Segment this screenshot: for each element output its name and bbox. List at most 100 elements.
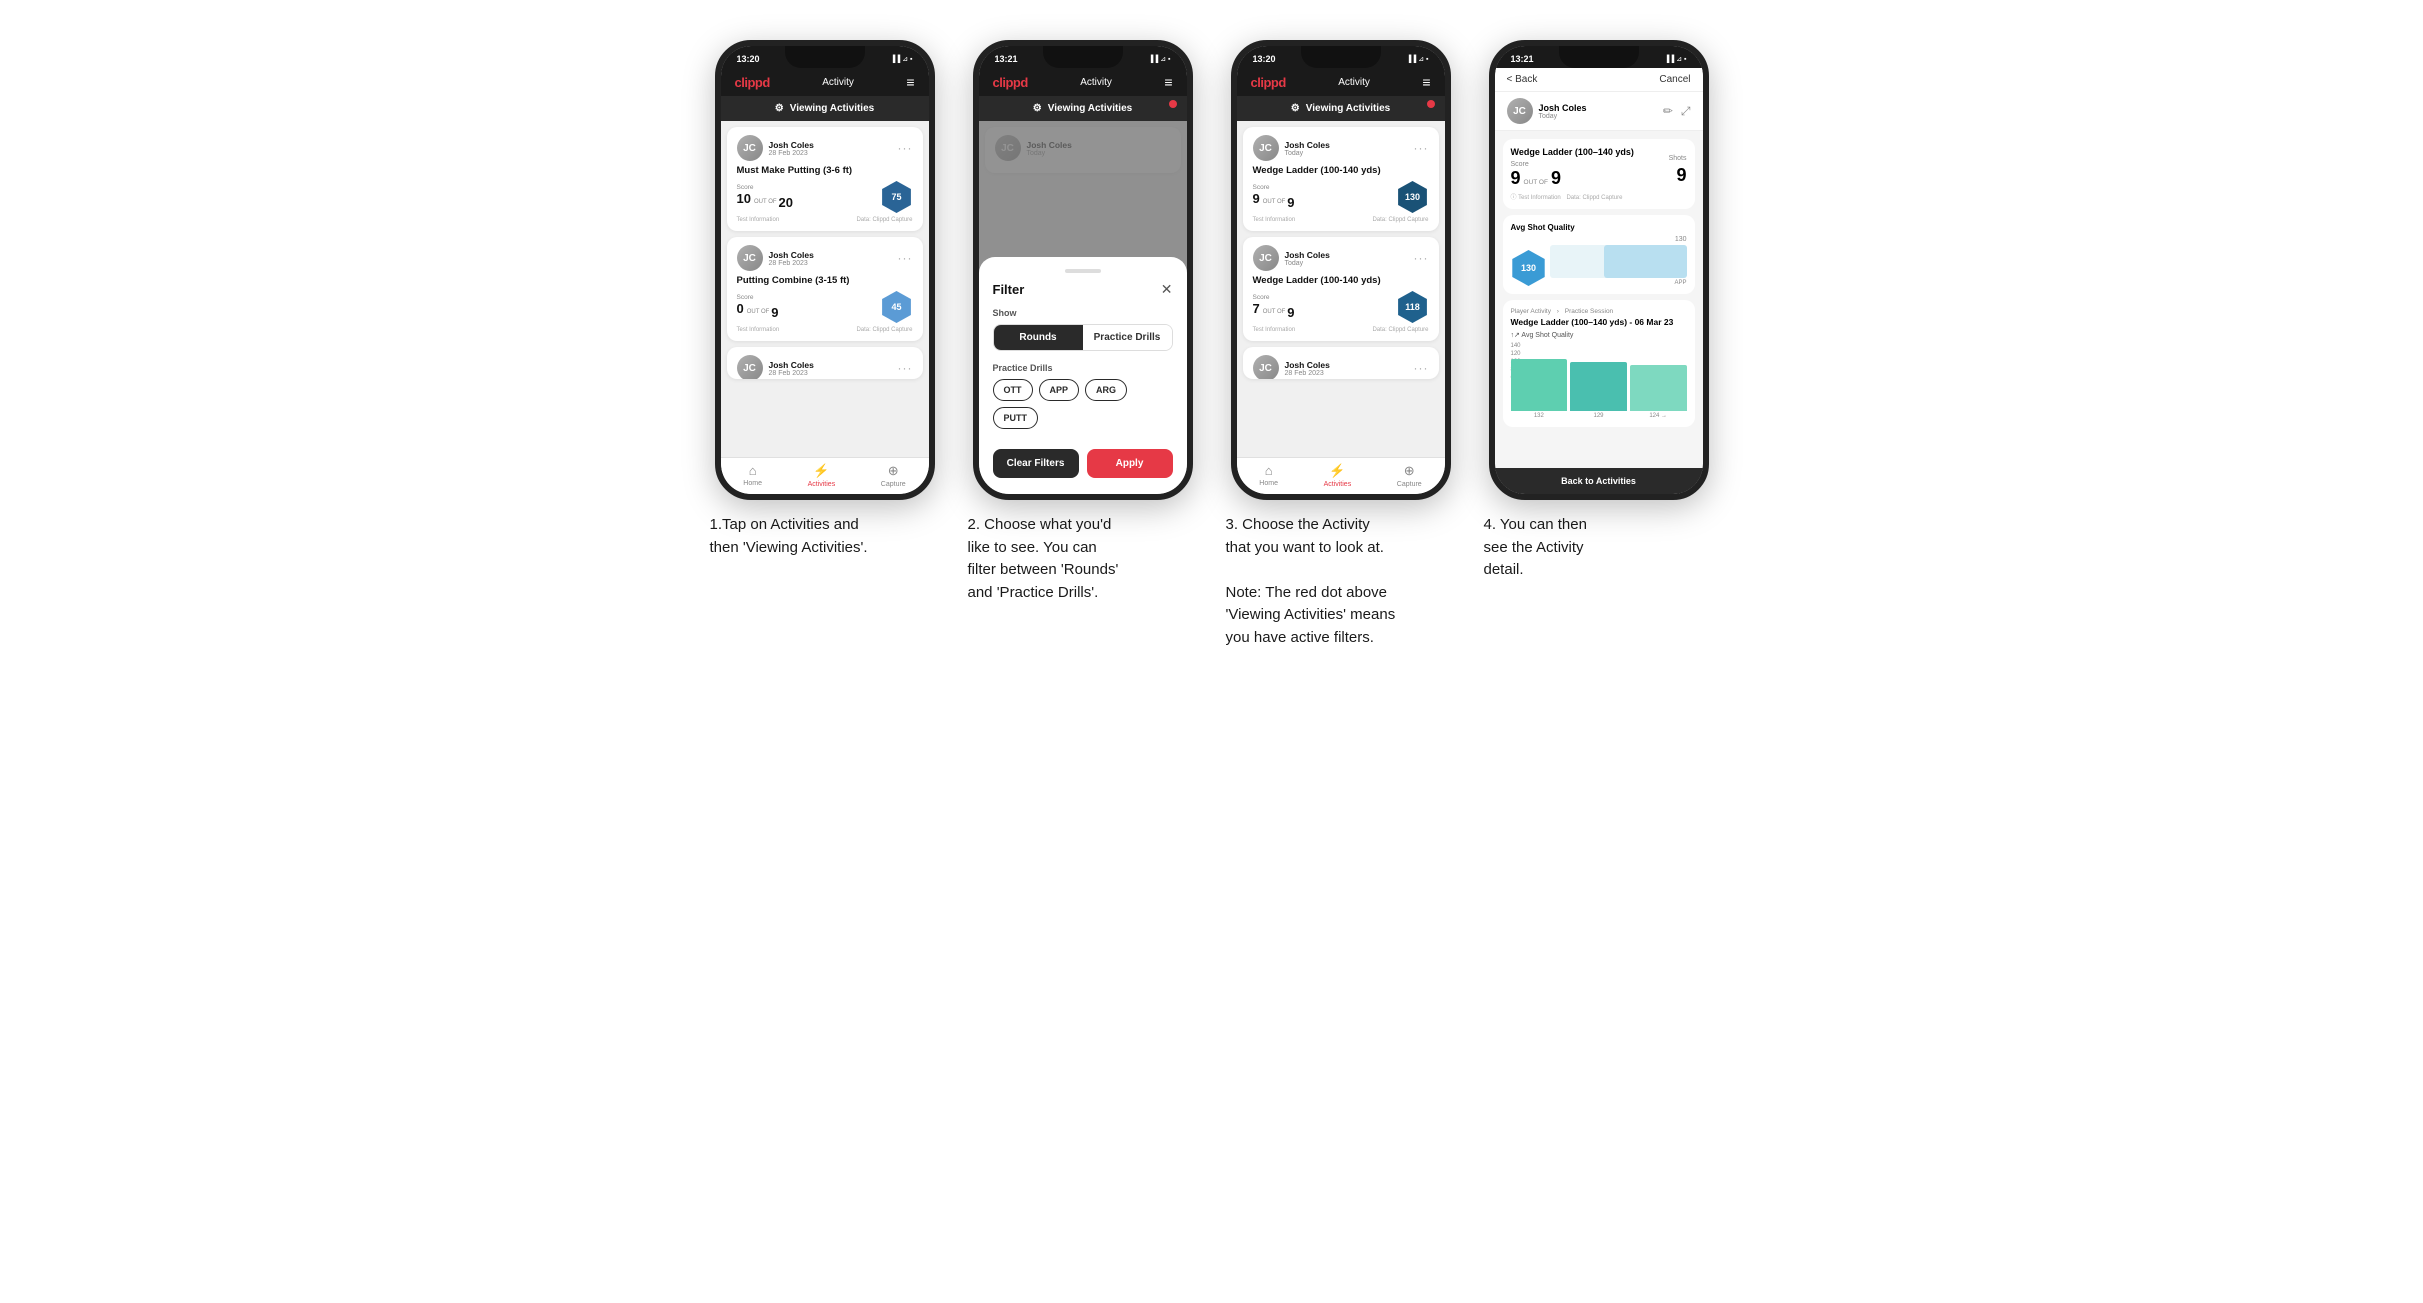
filter-practice-btn[interactable]: Practice Drills [1083, 325, 1172, 350]
filter-practice-section-label: Practice Drills [993, 363, 1173, 373]
capture-label-3: Capture [1397, 481, 1422, 488]
test-info-3-1: Test Information [1253, 217, 1296, 223]
session-bar-labels: 132 129 124 → [1511, 413, 1687, 419]
menu-icon-1[interactable]: ≡ [906, 74, 914, 90]
filter-sheet: Filter ✕ Show Rounds Practice Drills Pra… [979, 257, 1187, 494]
more-dots-3-2[interactable]: ··· [1414, 251, 1429, 265]
hex-val-3-1: 130 [1405, 192, 1420, 202]
bottom-nav-capture-1[interactable]: ⊕ Capture [881, 463, 906, 488]
chip-ott[interactable]: OTT [993, 379, 1033, 401]
more-dots-1-1[interactable]: ··· [898, 141, 913, 155]
bottom-nav-home-3[interactable]: ⌂ Home [1259, 463, 1278, 488]
chip-app[interactable]: APP [1039, 379, 1080, 401]
phone-3-notch [1301, 46, 1381, 68]
bottom-nav-3: ⌂ Home ⚡ Activities ⊕ Capture [1237, 457, 1445, 494]
detail-session-card-4: Player Activity › Practice Session Wedge… [1503, 300, 1695, 427]
user-date-3-1: Today [1285, 150, 1330, 157]
user-name-3-3: Josh Coles [1285, 360, 1330, 370]
app-label-4: APP [1674, 280, 1686, 286]
settings-icon-2: ⚙ [1033, 103, 1042, 114]
phone-1-frame: 13:20 ▐▐ ⊿ ▪ clippd Activity ≡ ⚙ Viewing… [715, 40, 935, 500]
activities-icon-1: ⚡ [813, 463, 829, 479]
test-info-1-1: Test Information [737, 217, 780, 223]
shots-label-4: Shots [1669, 155, 1687, 162]
activity-card-3-3[interactable]: JC Josh Coles 28 Feb 2023 ··· [1243, 347, 1439, 379]
home-icon-1: ⌂ [749, 463, 757, 478]
activities-label-3: Activities [1324, 481, 1352, 488]
viewing-activities-bar-3[interactable]: ⚙ Viewing Activities [1237, 96, 1445, 121]
home-icon-3: ⌂ [1265, 463, 1273, 478]
user-name-1-2: Josh Coles [769, 250, 814, 260]
settings-icon-3: ⚙ [1291, 103, 1300, 114]
card-stats-3-1: Score 9 OUT OF 9 [1253, 181, 1429, 213]
back-to-activities-btn-4[interactable]: Back to Activities [1495, 468, 1703, 494]
home-label-3: Home [1259, 480, 1278, 487]
score-val-1-2: 0 [737, 301, 744, 316]
chip-arg[interactable]: ARG [1085, 379, 1127, 401]
back-btn-4[interactable]: < Back [1507, 74, 1538, 85]
apply-btn[interactable]: Apply [1087, 449, 1173, 478]
edit-icon-4[interactable]: ✏ [1663, 104, 1673, 119]
card-footer-1-1: Test Information Data: Clippd Capture [737, 217, 913, 223]
filter-show-label: Show [993, 308, 1173, 318]
more-dots-3-3[interactable]: ··· [1414, 361, 1429, 375]
filter-title: Filter [993, 282, 1025, 297]
phone-1-notch [785, 46, 865, 68]
shots-display-4: 9 [1669, 165, 1687, 186]
avatar-3-2: JC [1253, 245, 1279, 271]
card-header-3-3: JC Josh Coles 28 Feb 2023 ··· [1253, 355, 1429, 379]
bottom-nav-activities-1[interactable]: ⚡ Activities [808, 463, 836, 488]
detail-info-4: ⓘ Test Information Data: Clippd Capture [1511, 192, 1687, 201]
phone-2-column: 13:21 ▐▐ ⊿ ▪ clippd Activity ≡ ⚙ Viewing… [968, 40, 1198, 604]
phone-2-screen: 13:21 ▐▐ ⊿ ▪ clippd Activity ≡ ⚙ Viewing… [979, 46, 1187, 494]
menu-icon-2[interactable]: ≡ [1164, 74, 1172, 90]
score-group-1-2: Score 0 OUT OF 9 [737, 294, 779, 320]
filter-handle [1065, 269, 1101, 273]
caption-3: 3. Choose the Activity that you want to … [1226, 514, 1456, 649]
avg-shot-quality-title-4: Avg Shot Quality [1511, 223, 1687, 232]
activity-card-3-2[interactable]: JC Josh Coles Today ··· Wedge Ladder (10… [1243, 237, 1439, 341]
viewing-activities-bar-1[interactable]: ⚙ Viewing Activities [721, 96, 929, 121]
bottom-nav-activities-3[interactable]: ⚡ Activities [1324, 463, 1352, 488]
phone-3-screen: 13:20 ▐▐ ⊿ ▪ clippd Activity ≡ ⚙ Viewing… [1237, 46, 1445, 494]
clear-filters-btn[interactable]: Clear Filters [993, 449, 1079, 478]
more-dots-1-2[interactable]: ··· [898, 251, 913, 265]
phone-4-screen: 13:21 ▐▐ ⊿ ▪ < Back Cancel JC Josh Coles… [1495, 46, 1703, 494]
shot-quality-1-1: 75 [881, 181, 913, 213]
chart-area-4: 130 130 APP [1511, 236, 1687, 286]
expand-icon-4[interactable]: ⤢ [1681, 104, 1691, 119]
detail-user-info-4: Josh Coles Today [1539, 103, 1587, 120]
cancel-btn-4[interactable]: Cancel [1659, 74, 1690, 85]
status-time-1: 13:20 [737, 54, 760, 64]
phone-4-frame: 13:21 ▐▐ ⊿ ▪ < Back Cancel JC Josh Coles… [1489, 40, 1709, 500]
activity-card-1-3[interactable]: JC Josh Coles 28 Feb 2023 ··· [727, 347, 923, 379]
detail-user-row-4: JC Josh Coles Today ✏ ⤢ [1495, 92, 1703, 131]
avatar-1-1: JC [737, 135, 763, 161]
menu-icon-3[interactable]: ≡ [1422, 74, 1430, 90]
activity-card-1-1[interactable]: JC Josh Coles 28 Feb 2023 ··· Must Make … [727, 127, 923, 231]
chip-putt[interactable]: PUTT [993, 407, 1039, 429]
detail-main-card-4: Wedge Ladder (100–140 yds) Score 9 OUT O… [1503, 139, 1695, 209]
score-val-3-1: 9 [1253, 191, 1260, 206]
viewing-activities-bar-2[interactable]: ⚙ Viewing Activities [979, 96, 1187, 121]
chart-hex-4: 130 [1511, 250, 1547, 286]
more-dots-1-3[interactable]: ··· [898, 361, 913, 375]
avatar-1-2: JC [737, 245, 763, 271]
card-title-3-1: Wedge Ladder (100-140 yds) [1253, 165, 1429, 176]
bottom-nav-home-1[interactable]: ⌂ Home [743, 463, 762, 488]
bottom-nav-capture-3[interactable]: ⊕ Capture [1397, 463, 1422, 488]
caption-4: 4. You can then see the Activity detail. [1484, 514, 1714, 582]
session-subtitle-4: ↑↗ Avg Shot Quality [1511, 331, 1687, 339]
screen-content-2: JC Josh Coles Today [979, 121, 1187, 494]
activity-card-3-1[interactable]: JC Josh Coles Today ··· Wedge Ladder (10… [1243, 127, 1439, 231]
user-name-3-2: Josh Coles [1285, 250, 1330, 260]
user-info-1-1: Josh Coles 28 Feb 2023 [769, 140, 814, 157]
more-dots-3-1[interactable]: ··· [1414, 141, 1429, 155]
filter-close-icon[interactable]: ✕ [1161, 281, 1173, 298]
red-dot-3 [1427, 100, 1435, 108]
activity-card-1-2[interactable]: JC Josh Coles 28 Feb 2023 ··· Putting Co… [727, 237, 923, 341]
shot-quality-3-1: 130 [1397, 181, 1429, 213]
card-user-3-3: JC Josh Coles 28 Feb 2023 [1253, 355, 1330, 379]
filter-rounds-btn[interactable]: Rounds [994, 325, 1083, 350]
test-info-1-2: Test Information [737, 327, 780, 333]
